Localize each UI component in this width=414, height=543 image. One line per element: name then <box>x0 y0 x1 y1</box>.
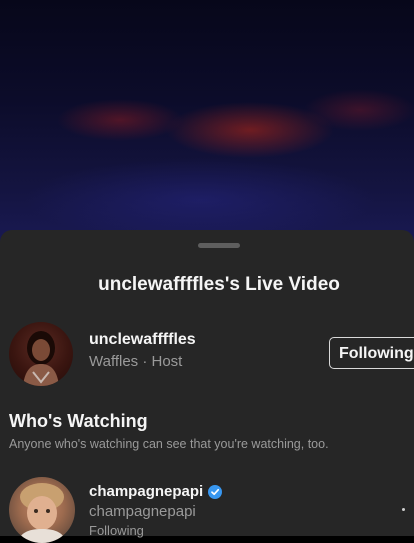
viewer-name-row: champagnepapi <box>89 483 223 500</box>
more-options-icon[interactable] <box>402 508 405 511</box>
host-avatar-image <box>23 331 59 386</box>
host-avatar[interactable] <box>9 322 73 386</box>
viewer-avatar-image <box>17 483 67 543</box>
host-username[interactable]: unclewaffffles <box>89 331 196 349</box>
whos-watching-description: Anyone who's watching can see that you'r… <box>9 437 329 451</box>
sheet-drag-handle[interactable] <box>198 243 240 248</box>
host-subtitle: Waffles · Host <box>89 353 183 370</box>
verified-badge-icon <box>208 484 223 499</box>
viewer-avatar[interactable] <box>9 477 75 543</box>
live-video-background <box>0 0 414 250</box>
live-viewers-sheet: unclewaffffles's Live Video unclewaffffl… <box>0 230 414 543</box>
viewer-handle: champagnepapi <box>89 503 196 520</box>
whos-watching-heading: Who's Watching <box>9 411 148 431</box>
viewer-username[interactable]: champagnepapi <box>89 483 203 500</box>
sheet-title: unclewaffffles's Live Video <box>98 274 340 295</box>
following-button[interactable]: Following <box>329 337 414 369</box>
